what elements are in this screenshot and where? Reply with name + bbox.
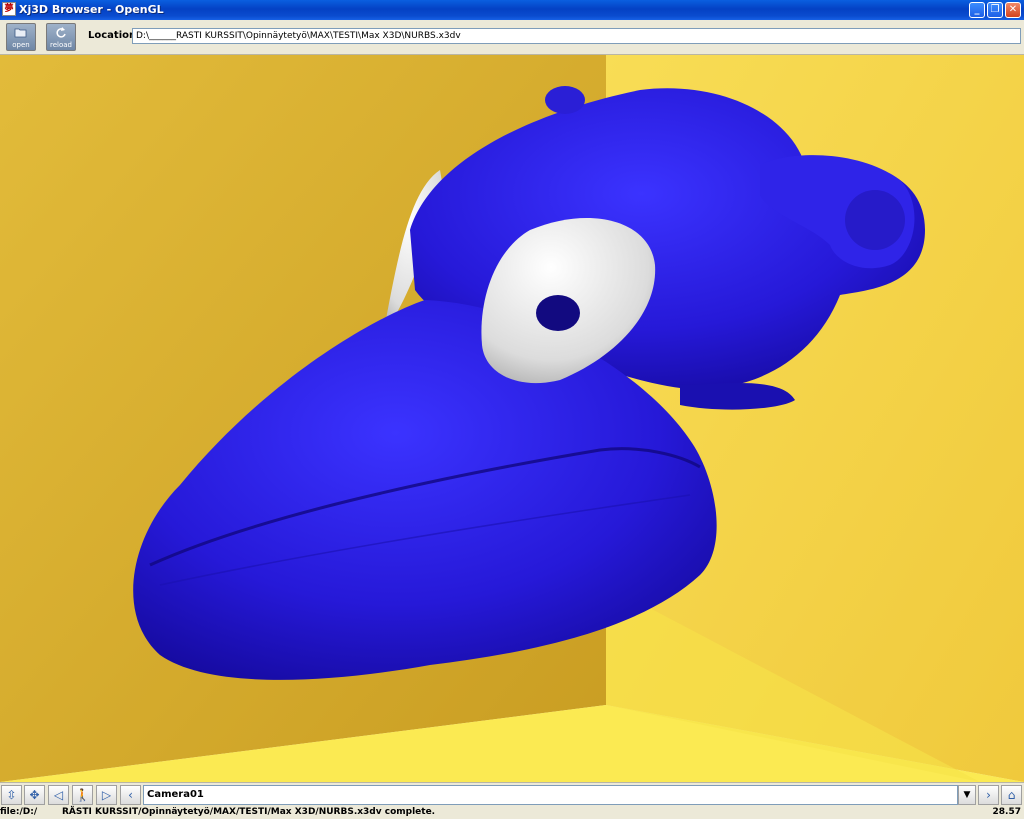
restore-icon: ❐ xyxy=(990,4,1000,15)
viewpoint-select[interactable]: Camera01 xyxy=(143,785,958,805)
chevron-down-icon: ▼ xyxy=(963,790,971,800)
back-icon: ◁ xyxy=(53,788,64,802)
prev-viewpoint-icon: ‹ xyxy=(128,788,133,802)
folder-icon xyxy=(14,28,27,38)
status-path: file:/D:/ xyxy=(0,807,38,817)
ear-top xyxy=(545,86,585,114)
reload-icon xyxy=(56,27,66,38)
home-button[interactable]: ⌂ xyxy=(1001,785,1022,805)
pupil xyxy=(536,295,580,331)
forward-icon: ▷ xyxy=(101,788,112,802)
status-bar: file:/D:/ RÄSTI KURSSIT/Opinnäytetyö/MAX… xyxy=(0,806,1024,819)
status-message: RÄSTI KURSSIT/Opinnäytetyö/MAX/TESTI/Max… xyxy=(62,807,436,817)
forward-button[interactable]: ▷ xyxy=(96,785,117,805)
minimize-button[interactable]: _ xyxy=(969,2,985,18)
maximize-button[interactable]: ❐ xyxy=(987,2,1003,18)
move-button[interactable]: ✥ xyxy=(24,785,45,805)
fps-readout: 28.57 xyxy=(992,807,1021,817)
3d-viewport[interactable] xyxy=(0,55,1024,782)
window-title: Xj3D Browser - OpenGL xyxy=(19,3,164,16)
location-input[interactable] xyxy=(132,28,1021,44)
minimize-icon: _ xyxy=(974,4,980,15)
pan-button[interactable]: ⇳ xyxy=(1,785,22,805)
move-icon: ✥ xyxy=(29,788,40,802)
open-label: open xyxy=(12,41,30,49)
navigation-bar: ⇳ ✥ ◁ 🚶 ▷ ‹ Camera01 ▼ › ⌂ xyxy=(0,782,1024,807)
walk-icon: 🚶 xyxy=(75,788,90,802)
next-viewpoint-button[interactable]: › xyxy=(978,785,999,805)
back-button[interactable]: ◁ xyxy=(48,785,69,805)
close-icon: ✕ xyxy=(1008,4,1018,15)
home-icon: ⌂ xyxy=(1007,788,1016,802)
viewpoint-dropdown-button[interactable]: ▼ xyxy=(958,785,976,805)
toolbar: open reload Location: xyxy=(0,20,1024,55)
next-viewpoint-icon: › xyxy=(986,788,991,802)
reload-button[interactable]: reload xyxy=(46,23,76,51)
title-bar: 夢 Xj3D Browser - OpenGL _ ❐ ✕ xyxy=(0,0,1024,20)
scene-canvas[interactable] xyxy=(0,55,1024,782)
walk-button[interactable]: 🚶 xyxy=(72,785,93,805)
reload-label: reload xyxy=(50,41,72,49)
open-button[interactable]: open xyxy=(6,23,36,51)
close-button[interactable]: ✕ xyxy=(1005,2,1021,18)
app-icon: 夢 xyxy=(2,2,16,16)
prev-viewpoint-button[interactable]: ‹ xyxy=(120,785,141,805)
pan-icon: ⇳ xyxy=(6,788,17,802)
